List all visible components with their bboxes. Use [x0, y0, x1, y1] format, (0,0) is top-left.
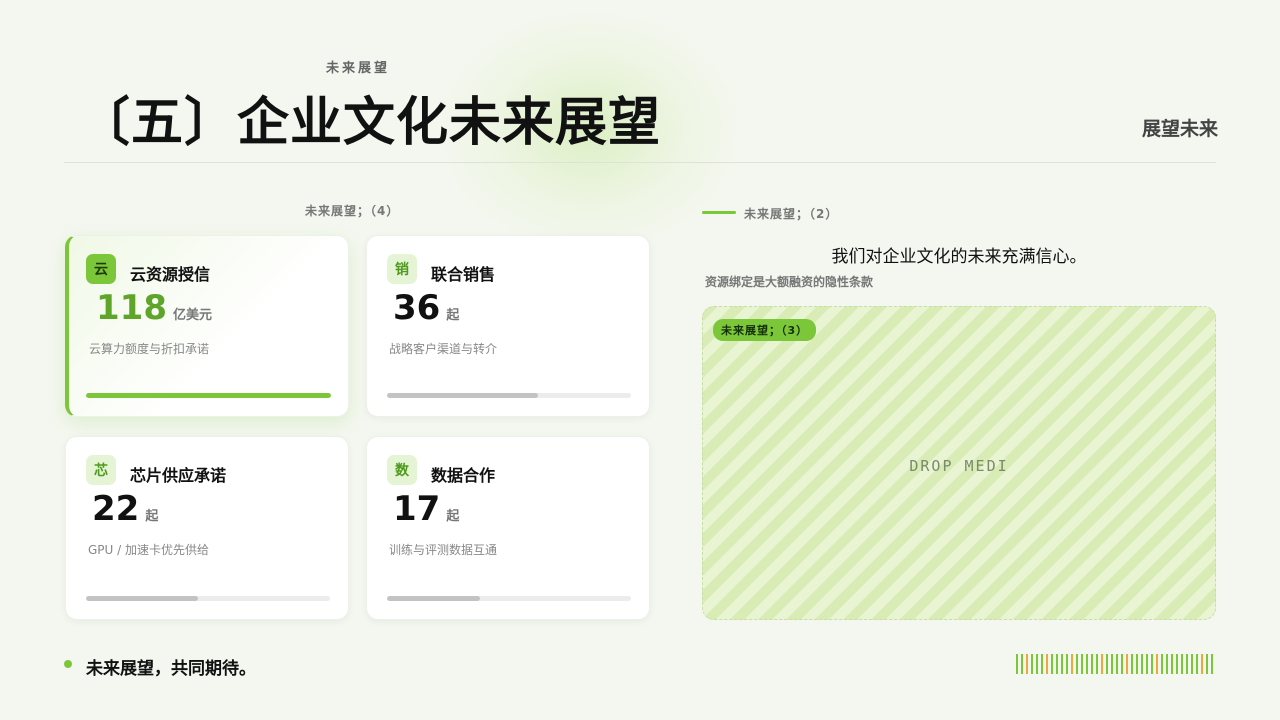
stat-card-data[interactable]: 数 数据合作 17 起 训练与评测数据互通: [366, 436, 650, 620]
card-title: 数据合作: [431, 466, 496, 485]
barcode-stripe: [1176, 654, 1178, 674]
barcode-stripe: [1071, 654, 1073, 674]
barcode-stripe: [1091, 654, 1093, 674]
card-value-row: 118 亿美元: [96, 288, 212, 328]
barcode-stripe: [1116, 654, 1118, 674]
card-description: 战略客户渠道与转介: [389, 342, 498, 356]
card-value: 118: [96, 288, 167, 328]
barcode-stripe: [1121, 654, 1123, 674]
barcode-stripe: [1151, 654, 1153, 674]
decorative-barcode: [1016, 654, 1216, 674]
barcode-stripe: [1201, 654, 1203, 674]
barcode-stripe: [1161, 654, 1163, 674]
card-progress-track: [86, 596, 330, 601]
barcode-stripe: [1196, 654, 1198, 674]
barcode-stripe: [1106, 654, 1108, 674]
card-progress-track: [387, 596, 631, 601]
barcode-stripe: [1126, 654, 1128, 674]
data-badge-icon: 数: [387, 455, 417, 485]
barcode-stripe: [1051, 654, 1053, 674]
barcode-stripe: [1131, 654, 1133, 674]
card-value-row: 36 起: [393, 288, 459, 328]
footer-text: 未来展望，共同期待。: [86, 659, 256, 679]
left-section-caption: 未来展望；（4）: [305, 204, 400, 218]
sub-note: 资源绑定是大额融资的隐性条款: [705, 275, 874, 289]
card-description: 云算力额度与折扣承诺: [89, 342, 210, 356]
page-title: 〔五〕企业文化未来展望: [78, 93, 662, 153]
card-progress-track: [387, 393, 631, 398]
card-value-row: 22 起: [92, 489, 158, 529]
card-title: 联合销售: [431, 265, 496, 284]
right-section-caption: 未来展望；（2）: [744, 207, 839, 221]
card-unit: 起: [446, 509, 460, 524]
stat-card-cloud[interactable]: 云 云资源授信 118 亿美元 云算力额度与折扣承诺: [65, 235, 349, 417]
card-progress-fill: [86, 596, 199, 601]
barcode-stripe: [1171, 654, 1173, 674]
barcode-stripe: [1066, 654, 1068, 674]
barcode-stripe: [1146, 654, 1148, 674]
barcode-stripe: [1191, 654, 1193, 674]
stat-card-chip[interactable]: 芯 芯片供应承诺 22 起 GPU / 加速卡优先供给: [65, 436, 349, 620]
barcode-stripe: [1026, 654, 1028, 674]
header-right-label: 展望未来: [1141, 118, 1218, 140]
barcode-stripe: [1061, 654, 1063, 674]
barcode-stripe: [1166, 654, 1168, 674]
stat-card-sales[interactable]: 销 联合销售 36 起 战略客户渠道与转介: [366, 235, 650, 417]
barcode-stripe: [1056, 654, 1058, 674]
barcode-stripe: [1206, 654, 1208, 674]
quote-text: 我们对企业文化的未来充满信心。: [831, 247, 1087, 267]
card-description: 训练与评测数据互通: [389, 543, 498, 557]
header-divider: [64, 162, 1216, 163]
barcode-stripe: [1101, 654, 1103, 674]
card-progress-track: [86, 393, 331, 398]
card-value: 36: [393, 288, 441, 328]
barcode-stripe: [1181, 654, 1183, 674]
barcode-stripe: [1021, 654, 1023, 674]
barcode-stripe: [1031, 654, 1033, 674]
barcode-stripe: [1016, 654, 1018, 674]
chip-badge-icon: 芯: [86, 455, 116, 485]
bullet-dot-icon: [64, 660, 72, 668]
card-description: GPU / 加速卡优先供给: [88, 543, 209, 557]
eyebrow-label: 未来展望: [326, 61, 391, 76]
caption-accent-line: [702, 211, 736, 214]
barcode-stripe: [1081, 654, 1083, 674]
card-title: 云资源授信: [130, 265, 211, 284]
barcode-stripe: [1096, 654, 1098, 674]
dropzone-label: DROP MEDI: [909, 457, 1009, 475]
barcode-stripe: [1086, 654, 1088, 674]
barcode-stripe: [1156, 654, 1158, 674]
card-unit: 亿美元: [172, 308, 212, 323]
card-value: 17: [393, 489, 441, 529]
cloud-badge-icon: 云: [86, 254, 116, 284]
barcode-stripe: [1036, 654, 1038, 674]
card-title: 芯片供应承诺: [130, 466, 227, 485]
barcode-stripe: [1076, 654, 1078, 674]
barcode-stripe: [1186, 654, 1188, 674]
barcode-stripe: [1041, 654, 1043, 674]
barcode-stripe: [1111, 654, 1113, 674]
barcode-stripe: [1136, 654, 1138, 674]
card-value-row: 17 起: [393, 489, 459, 529]
dropzone-tag: 未来展望；（3）: [713, 319, 817, 341]
card-progress-fill: [86, 393, 331, 398]
barcode-stripe: [1211, 654, 1213, 674]
card-value: 22: [92, 489, 140, 529]
card-unit: 起: [446, 308, 460, 323]
sales-badge-icon: 销: [387, 254, 417, 284]
barcode-stripe: [1046, 654, 1048, 674]
card-progress-fill: [387, 596, 480, 601]
card-progress-fill: [387, 393, 539, 398]
card-unit: 起: [145, 509, 159, 524]
media-drop-zone[interactable]: 未来展望；（3） DROP MEDI: [702, 306, 1216, 620]
barcode-stripe: [1141, 654, 1143, 674]
